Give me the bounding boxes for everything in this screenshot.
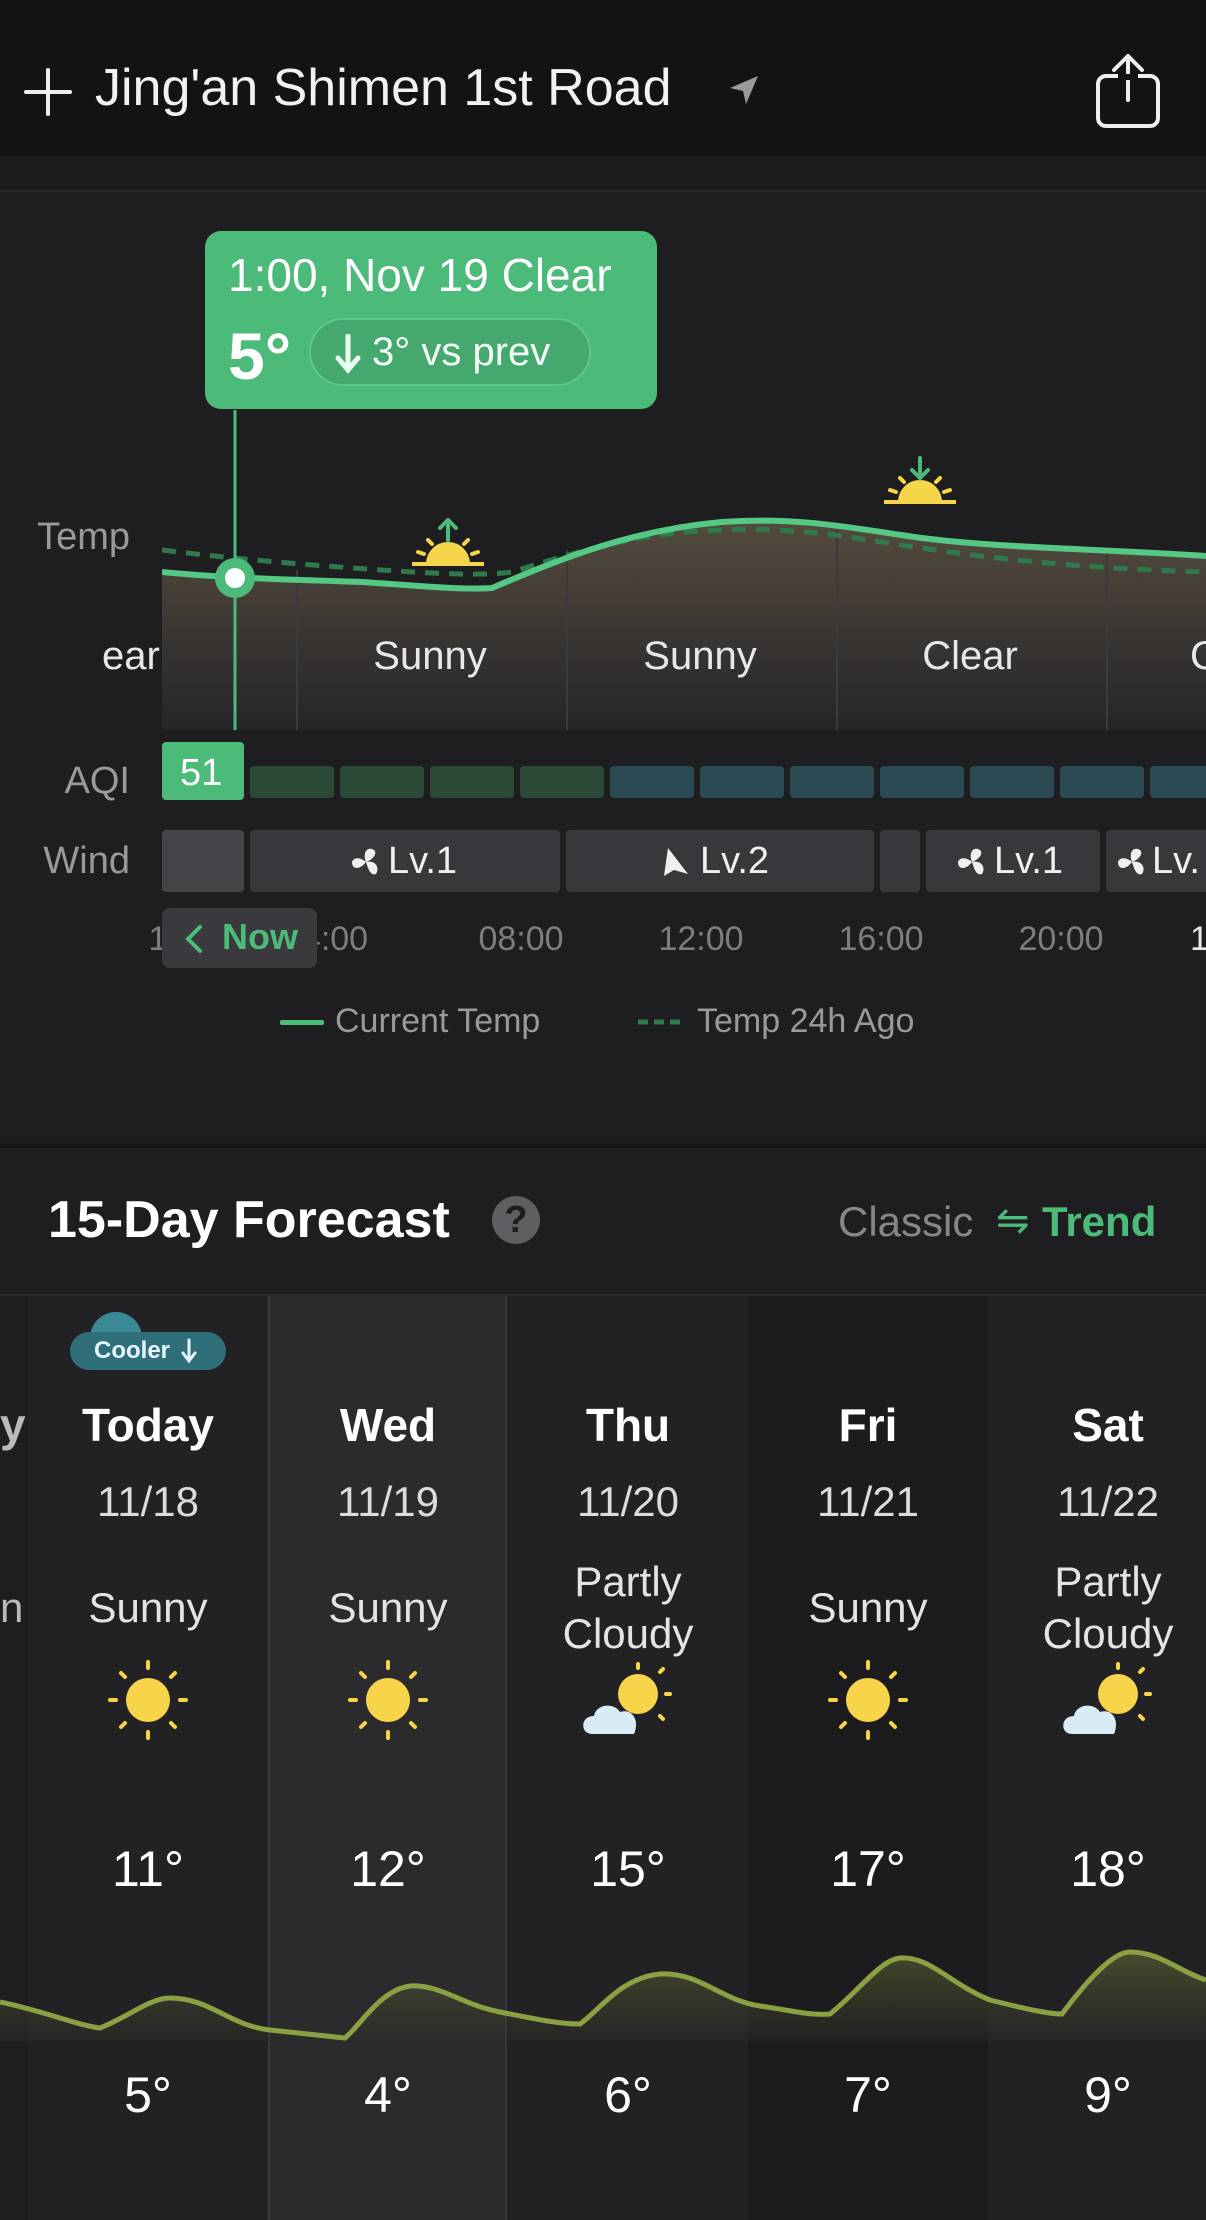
aqi-bar [880,766,964,798]
divider [0,190,1206,192]
legend-current-swatch [280,1020,324,1025]
wind-level: Lv.1 [388,840,458,882]
forecast-title: 15-Day Forecast [48,1191,450,1249]
location-title[interactable]: Jing'an Shimen 1st Road [95,58,672,118]
low-temp: 9° [1084,2067,1132,2123]
time-label: 1 [1190,920,1206,958]
partly-cloudy-icon [1063,1662,1152,1734]
aqi-bar [970,766,1054,798]
chevron-left-icon [185,925,202,953]
legend-past-label: Temp 24h Ago [697,1002,915,1040]
day-date: 11/21 [817,1478,919,1525]
share-icon[interactable] [1092,52,1164,130]
wind-level: Lv.1 [994,840,1064,882]
aqi-current-value: 51 [180,752,223,794]
low-temp: 5° [124,2067,172,2123]
day-condition: Partly Cloudy [562,1558,694,1657]
plus-icon[interactable] [22,66,74,118]
day-name: Fri [838,1399,898,1451]
sun-icon [828,1660,908,1740]
high-temp: 17° [830,1841,906,1897]
cooler-badge-label: Cooler [94,1337,171,1364]
aqi-bar [610,766,694,798]
high-temp: 12° [350,1841,426,1897]
day-date: 11/22 [1057,1478,1159,1525]
day-name: Wed [339,1399,437,1451]
time-label: 20:00 [1018,920,1104,958]
day-condition: Sunny [328,1584,448,1631]
fan-icon [958,848,984,875]
tooltip-title: 1:00, Nov 19 Clear [228,249,612,301]
daily-trend-chart [0,1949,1206,2042]
day-name: Thu [585,1399,671,1451]
hour-condition: ear [102,634,160,678]
wind-direction-icon [664,848,688,876]
high-temp: 11° [112,1841,184,1897]
day-name: Sat [1072,1399,1144,1451]
wind-segment [162,830,244,892]
day-name-partial: y [0,1399,26,1451]
day-condition: Partly Cloudy [1042,1558,1174,1657]
hour-condition: Sunny [373,634,487,678]
day-name: Today [81,1399,215,1451]
swap-icon[interactable]: ⇋ [996,1198,1030,1244]
tooltip-temp: 5° [228,319,292,393]
day-date: 11/18 [97,1478,199,1525]
aqi-bar [790,766,874,798]
sun-icon [108,1660,188,1740]
sun-icon [348,1660,428,1740]
hour-condition: Clear [922,634,1018,678]
day-date: 11/19 [337,1478,439,1525]
day-condition: Sunny [88,1584,208,1631]
high-temp: 15° [590,1841,666,1897]
hour-condition: Sunny [643,634,757,678]
low-temp: 4° [364,2067,412,2123]
arrow-down-icon [181,1338,197,1364]
low-temp: 7° [844,2067,892,2123]
time-label: 08:00 [478,920,564,958]
wind-level: Lv. [1152,840,1200,882]
help-icon[interactable]: ? [492,1196,540,1244]
partly-cloudy-icon [583,1662,672,1734]
hour-condition: C [1190,634,1206,678]
view-toggle-trend[interactable]: Trend [1042,1198,1156,1246]
view-toggle-classic[interactable]: Classic [838,1198,973,1246]
aqi-bar [340,766,424,798]
location-arrow-icon [730,76,758,104]
fan-icon [1118,848,1144,875]
aqi-bar [250,766,334,798]
wind-segment [880,830,920,892]
time-label: 12:00 [658,920,744,958]
high-temp: 18° [1070,1841,1146,1897]
aqi-bar [1150,766,1206,798]
legend-past-swatch [638,1019,686,1025]
day-date: 11/20 [577,1478,679,1525]
hourly-temp-chart[interactable] [162,400,1206,730]
time-label: 16:00 [838,920,924,958]
wind-level: Lv.2 [700,840,770,882]
now-button-label: Now [222,916,298,957]
low-temp: 6° [604,2067,652,2123]
section-divider [0,1144,1206,1148]
aqi-bar [430,766,514,798]
temp-area [162,520,1206,730]
wind-row-label: Wind [43,840,130,882]
temp-row-label: Temp [37,516,130,558]
aqi-bar [520,766,604,798]
arrow-down-icon [335,334,361,374]
aqi-bar [1060,766,1144,798]
sunrise-icon [412,518,484,566]
aqi-bar [700,766,784,798]
legend-current-label: Current Temp [335,1002,541,1040]
tooltip-compare: 3° vs prev [372,330,551,374]
day-cond-partial: n [0,1584,24,1631]
aqi-row-label: AQI [64,760,130,802]
day-condition: Sunny [808,1584,928,1631]
fan-icon [352,848,378,875]
sunset-icon [884,456,956,504]
